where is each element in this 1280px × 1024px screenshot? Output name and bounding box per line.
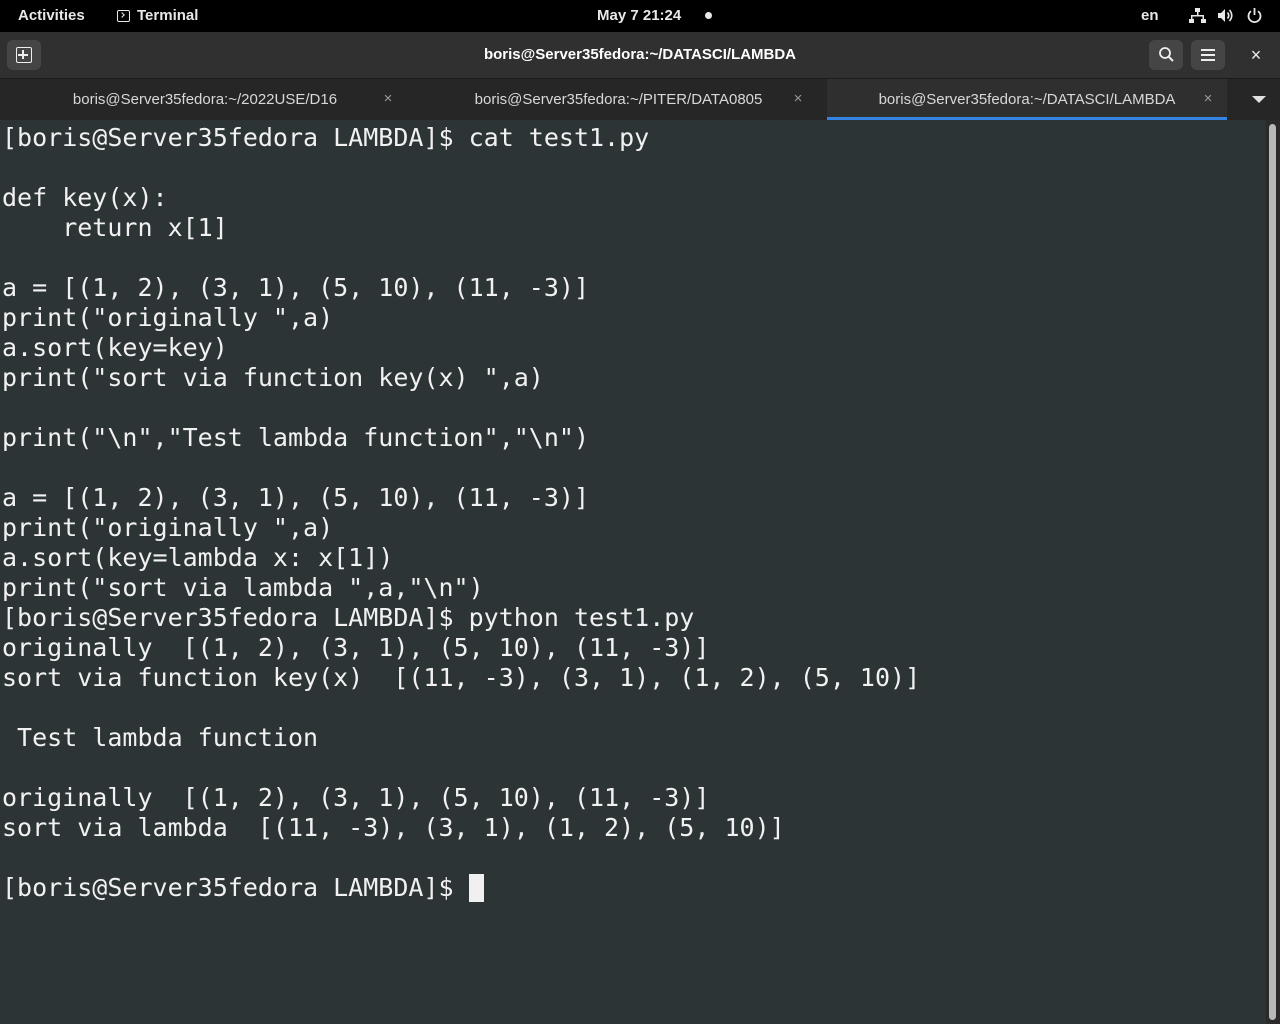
terminal-line: originally [(1, 2), (3, 1), (5, 10), (11… [2,633,710,662]
network-icon[interactable] [1189,7,1206,24]
terminal-line: print("\n","Test lambda function","\n") [2,423,589,452]
tab-label: boris@Server35fedora:~/DATASCI/LAMBDA [878,91,1176,108]
tab-close-icon[interactable]: × [1198,89,1218,109]
terminal-line: [boris@Server35fedora LAMBDA]$ python te… [2,603,695,632]
terminal-icon [117,9,130,22]
terminal-line: a.sort(key=lambda x: x[1]) [2,543,394,572]
terminal-line: def key(x): [2,183,168,212]
window-close-button[interactable]: × [1243,44,1269,66]
tab-bar: boris@Server35fedora:~/2022USE/D16 × bor… [0,78,1280,121]
search-icon [1159,47,1174,62]
tab-piter-data0805[interactable]: boris@Server35fedora:~/PITER/DATA0805 × [410,79,827,120]
terminal-line: print("sort via function key(x) ",a) [2,363,544,392]
terminal-output: [boris@Server35fedora LAMBDA]$ cat test1… [2,123,920,903]
terminal-lines: [boris@Server35fedora LAMBDA]$ cat test1… [2,123,920,842]
search-button[interactable] [1149,40,1183,70]
tab-2022use-d16[interactable]: boris@Server35fedora:~/2022USE/D16 × [0,79,410,120]
terminal-line: a = [(1, 2), (3, 1), (5, 10), (11, -3)] [2,483,589,512]
terminal-prompt: [boris@Server35fedora LAMBDA]$ [2,873,469,902]
terminal-line: print("sort via lambda ",a,"\n") [2,573,484,602]
terminal-line: sort via lambda [(11, -3), (3, 1), (1, 2… [2,813,785,842]
clock[interactable]: May 7 21:24 [597,7,681,24]
hamburger-menu-icon [1201,49,1215,61]
tab-datasci-lambda[interactable]: boris@Server35fedora:~/DATASCI/LAMBDA × [827,79,1227,120]
tab-close-icon[interactable]: × [378,89,398,109]
terminal-view[interactable]: [boris@Server35fedora LAMBDA]$ cat test1… [0,120,1266,1024]
activities-button[interactable]: Activities [18,7,85,24]
tab-label: boris@Server35fedora:~/PITER/DATA0805 [474,91,763,108]
terminal-line: originally [(1, 2), (3, 1), (5, 10), (11… [2,783,710,812]
app-menu[interactable]: Terminal [117,7,198,24]
terminal-cursor [468,874,484,902]
terminal-line: print("originally ",a) [2,513,334,542]
terminal-line: print("originally ",a) [2,303,334,332]
terminal-line: a.sort(key=key) [2,333,228,362]
window-title: boris@Server35fedora:~/DATASCI/LAMBDA [483,46,797,63]
volume-icon[interactable] [1217,7,1234,24]
terminal-line: [boris@Server35fedora LAMBDA]$ cat test1… [2,123,650,152]
input-language[interactable]: en [1141,7,1159,24]
power-icon[interactable] [1246,7,1263,24]
window-header-bar: boris@Server35fedora:~/DATASCI/LAMBDA × [0,32,1280,78]
tab-list-dropdown-icon[interactable] [1252,96,1266,103]
tab-close-icon[interactable]: × [788,89,808,109]
terminal-scrollbar[interactable] [1266,120,1280,1024]
notification-dot-icon [705,12,712,19]
terminal-line: a = [(1, 2), (3, 1), (5, 10), (11, -3)] [2,273,589,302]
menu-button[interactable] [1191,40,1225,70]
tab-label: boris@Server35fedora:~/2022USE/D16 [72,91,338,108]
gnome-top-bar: Activities Terminal May 7 21:24 en [0,0,1280,32]
terminal-line: return x[1] [2,213,228,242]
terminal-line: sort via function key(x) [(11, -3), (3, … [2,663,921,692]
scrollbar-thumb[interactable] [1269,124,1276,1020]
terminal-line: Test lambda function [2,723,319,752]
app-name: Terminal [137,7,199,24]
